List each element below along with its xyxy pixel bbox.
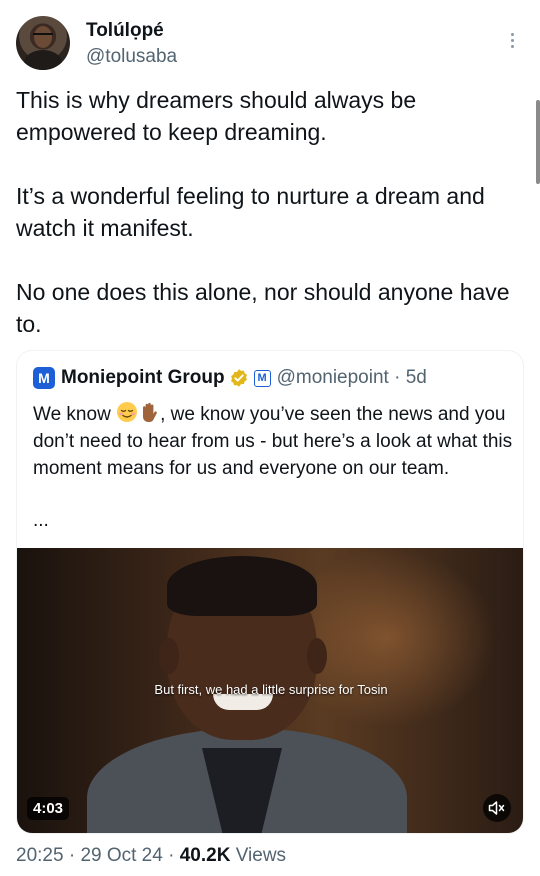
mute-button[interactable] — [483, 794, 511, 822]
raised-hand-emoji — [143, 402, 157, 422]
views-count[interactable]: 40.2K — [180, 845, 231, 866]
quoted-tweet[interactable]: M Moniepoint Group M @moniepoint · 5d We… — [16, 350, 524, 834]
quoted-tweet-text: We know , we know you’ve seen the news a… — [33, 401, 513, 482]
avatar-glasses — [33, 33, 53, 37]
avatar-shirt — [24, 50, 62, 70]
tweet-meta: 20:25 · 29 Oct 24 · 40.2K Views — [16, 845, 287, 866]
quoted-author-handle[interactable]: @moniepoint · 5d — [277, 367, 427, 389]
scrollbar[interactable] — [536, 100, 540, 184]
relieved-face-emoji — [117, 402, 138, 422]
tweet-paragraph: This is why dreamers should always be em… — [16, 87, 417, 145]
quoted-author-name[interactable]: Moniepoint Group — [61, 367, 225, 389]
tweet-text: This is why dreamers should always be em… — [16, 84, 526, 340]
gold-verified-badge-icon — [230, 369, 247, 387]
moniepoint-logo[interactable]: M — [33, 367, 55, 389]
video-duration: 4:03 — [27, 797, 70, 820]
tweet-author[interactable]: Tolúlọpé @tolusaba — [16, 14, 524, 72]
author-handle[interactable]: @tolusaba — [86, 46, 177, 68]
video-caption: But first, we had a little surprise for … — [154, 682, 388, 697]
avatar-face — [34, 26, 52, 48]
avatar[interactable] — [16, 16, 70, 70]
more-vertical-icon[interactable] — [502, 30, 522, 50]
views-label: Views — [230, 845, 287, 866]
quoted-ellipsis: ... — [33, 510, 49, 531]
affiliate-badge-icon: M — [253, 369, 271, 387]
tweet-paragraph: No one does this alone, nor should anyon… — [16, 279, 510, 337]
quoted-time: 5d — [405, 367, 427, 388]
video-player[interactable]: But first, we had a little surprise for … — [17, 548, 523, 833]
tweet-paragraph: It’s a wonderful feeling to nurture a dr… — [16, 183, 485, 241]
tweet-date[interactable]: 29 Oct 24 — [80, 845, 162, 866]
quoted-tweet-header: M Moniepoint Group M @moniepoint · 5d — [33, 365, 427, 391]
author-display-name[interactable]: Tolúlọpé — [86, 20, 164, 42]
speaker-muted-icon — [488, 801, 505, 815]
tweet-time[interactable]: 20:25 — [16, 845, 64, 866]
